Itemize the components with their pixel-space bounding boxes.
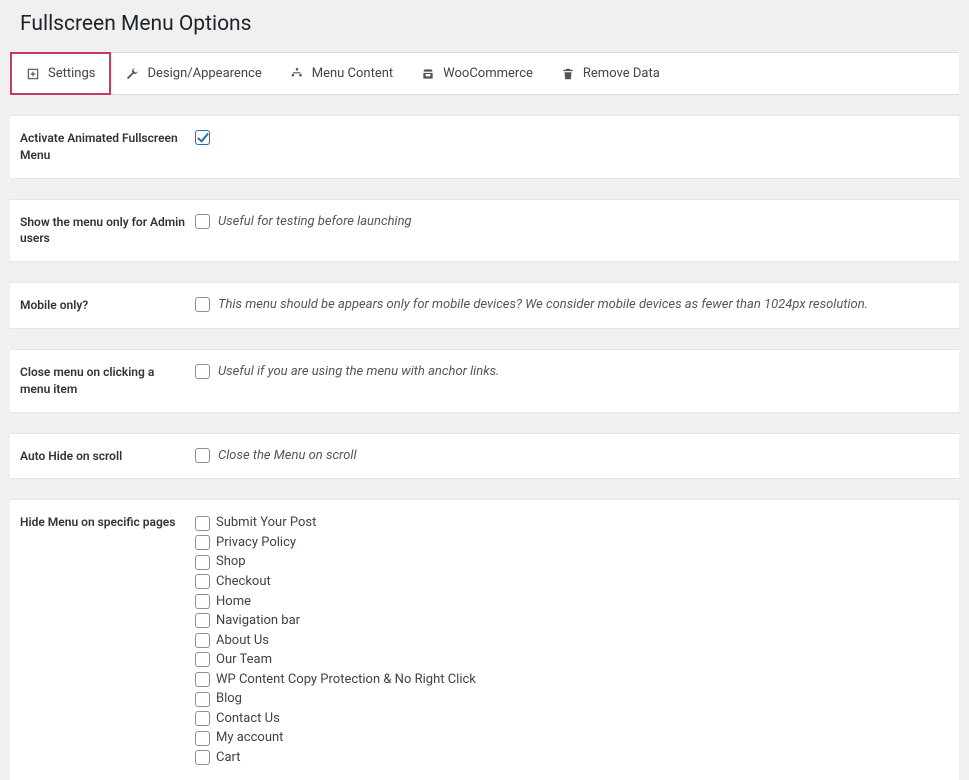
setting-description: This menu should be appears only for mob… <box>218 297 868 312</box>
page-item[interactable]: Privacy Policy <box>195 534 476 552</box>
page-item[interactable]: Contact Us <box>195 710 476 728</box>
page-item-checkbox[interactable] <box>195 652 210 667</box>
admin-only-checkbox[interactable] <box>195 214 210 229</box>
page-item-checkbox[interactable] <box>195 633 210 648</box>
page-item-checkbox[interactable] <box>195 535 210 550</box>
page-item-label: Checkout <box>216 573 271 591</box>
page-item-label: Cart <box>216 749 241 767</box>
page-list: Submit Your Post Privacy PolicyShop Checko… <box>195 514 476 766</box>
tab-settings[interactable]: Settings <box>10 52 111 95</box>
page-item-label: Blog <box>216 690 242 708</box>
setting-close-on-click: Close menu on clicking a menu item Usefu… <box>10 349 959 413</box>
page-item-checkbox[interactable] <box>195 574 210 589</box>
page-item[interactable]: Checkout <box>195 573 476 591</box>
tab-label: Design/Appearence <box>147 66 261 81</box>
setting-label: Mobile only? <box>20 297 195 314</box>
shop-icon <box>421 67 435 81</box>
setting-auto-hide: Auto Hide on scroll Close the Menu on sc… <box>10 433 959 480</box>
setting-label: Activate Animated Fullscreen Menu <box>20 130 195 164</box>
setting-mobile-only: Mobile only? This menu should be appears… <box>10 282 959 329</box>
page-item-label: Privacy Policy <box>216 534 296 552</box>
page-item-checkbox[interactable] <box>195 555 210 570</box>
page-item-checkbox[interactable] <box>195 594 210 609</box>
page-item-label: WP Content Copy Protection & No Right Cl… <box>216 671 476 689</box>
page-item-label: Our Team <box>216 651 272 669</box>
setting-description: Useful for testing before launching <box>218 214 412 229</box>
page-item[interactable]: Shop <box>195 553 476 571</box>
page-item-checkbox[interactable] <box>195 750 210 765</box>
setting-activate: Activate Animated Fullscreen Menu <box>10 115 959 179</box>
page-item-label: Navigation bar <box>216 612 300 630</box>
page-item-checkbox[interactable] <box>195 613 210 628</box>
setting-description: Close the Menu on scroll <box>218 448 357 463</box>
page-item[interactable]: Our Team <box>195 651 476 669</box>
tab-woocommerce[interactable]: WooCommerce <box>407 53 547 94</box>
tab-label: Menu Content <box>312 66 393 81</box>
tab-label: Settings <box>48 66 95 81</box>
page-item[interactable]: Navigation bar <box>195 612 476 630</box>
setting-label: Hide Menu on specific pages <box>20 514 195 766</box>
tab-label: Remove Data <box>583 66 660 81</box>
square-plus-icon <box>26 67 40 81</box>
page-item[interactable]: WP Content Copy Protection & No Right Cl… <box>195 671 476 689</box>
tab-menu-content[interactable]: Menu Content <box>276 53 407 94</box>
tab-remove-data[interactable]: Remove Data <box>547 53 674 94</box>
page-item[interactable]: Home <box>195 593 476 611</box>
page-item-checkbox[interactable] <box>195 672 210 687</box>
setting-hide-pages: Hide Menu on specific pages Submit Your … <box>10 499 959 780</box>
mobile-only-checkbox[interactable] <box>195 297 210 312</box>
setting-label: Auto Hide on scroll <box>20 448 195 465</box>
page-item[interactable]: About Us <box>195 632 476 650</box>
tabs: Settings Design/Appearence Menu Content … <box>10 52 959 95</box>
close-on-click-checkbox[interactable] <box>195 364 210 379</box>
setting-admin-only: Show the menu only for Admin users Usefu… <box>10 199 959 263</box>
page-item[interactable]: Cart <box>195 749 476 767</box>
trash-icon <box>561 67 575 81</box>
page-item-checkbox[interactable] <box>195 711 210 726</box>
setting-description: Useful if you are using the menu with an… <box>218 364 499 379</box>
setting-label: Show the menu only for Admin users <box>20 214 195 248</box>
page-item[interactable]: Submit Your Post <box>195 514 476 532</box>
page-item[interactable]: My account <box>195 729 476 747</box>
page-item-checkbox[interactable] <box>195 731 210 746</box>
setting-label: Close menu on clicking a menu item <box>20 364 195 398</box>
tab-design[interactable]: Design/Appearence <box>111 53 275 94</box>
activate-checkbox[interactable] <box>195 130 210 145</box>
page-item-checkbox[interactable] <box>195 516 210 531</box>
page-item-label: About Us <box>216 632 269 650</box>
tab-label: WooCommerce <box>443 66 533 81</box>
page-item-label: Submit Your Post <box>216 514 316 532</box>
page-item-checkbox[interactable] <box>195 692 210 707</box>
auto-hide-checkbox[interactable] <box>195 448 210 463</box>
page-item-label: Shop <box>216 553 246 571</box>
page-item-label: My account <box>216 729 283 747</box>
page-item-label: Contact Us <box>216 710 280 728</box>
page-title: Fullscreen Menu Options <box>0 0 969 52</box>
page-item-label: Home <box>216 593 251 611</box>
sitemap-icon <box>290 67 304 81</box>
wrench-icon <box>125 67 139 81</box>
page-item[interactable]: Blog <box>195 690 476 708</box>
